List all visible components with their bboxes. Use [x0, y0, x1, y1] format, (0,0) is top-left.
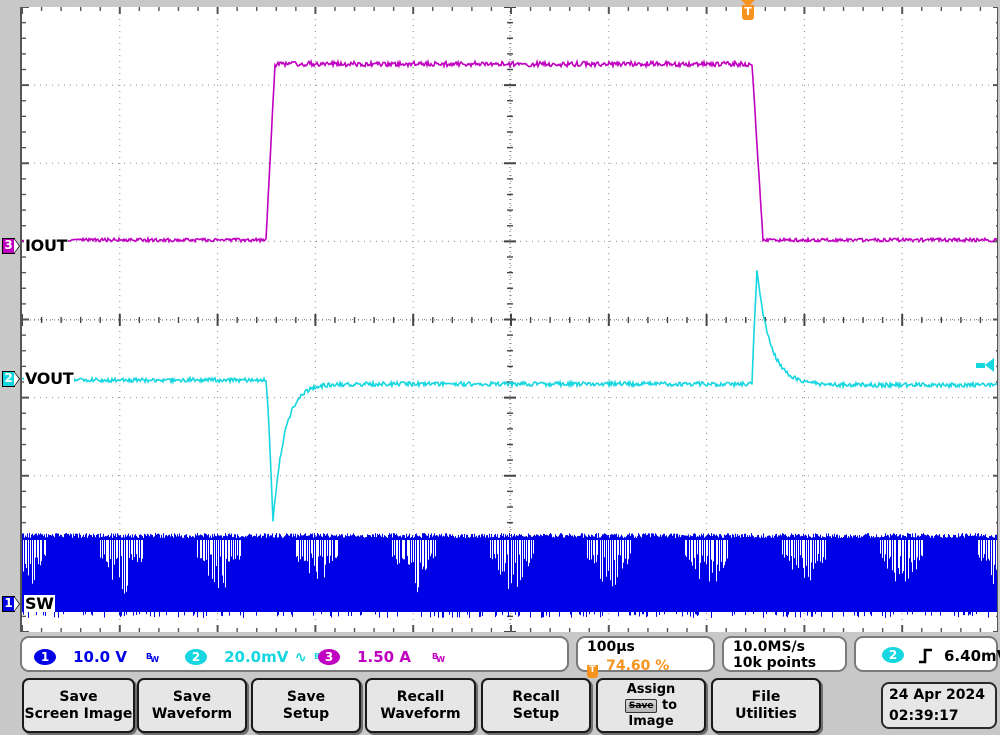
- file-utilities-line2: Utilities: [735, 706, 797, 723]
- channel-marker-3[interactable]: 3: [2, 238, 19, 254]
- ch1-badge: 1: [34, 649, 56, 665]
- time-text: 02:39:17: [889, 706, 995, 727]
- ch2-level-arrow-icon[interactable]: [985, 358, 994, 372]
- assign-save-line2-post: to: [657, 698, 677, 713]
- recall-setup-button[interactable]: Recall Setup: [481, 678, 591, 733]
- assign-save-line3: Image: [628, 714, 673, 730]
- ch1-bandwidth-icon: BW: [146, 652, 160, 661]
- assign-save-line2: Save to: [625, 698, 677, 714]
- timebase-box[interactable]: 100µs T 74.60 %: [576, 636, 715, 672]
- save-waveform-button[interactable]: Save Waveform: [137, 678, 247, 733]
- ch1-setting[interactable]: 1 10.0 V BW: [34, 646, 160, 666]
- oscilloscope-screen: 3 IOUT 2 VOUT 1 SW T 1 10.0 V BW 2 2: [0, 0, 1000, 735]
- recall-setup-line1: Recall: [512, 689, 560, 706]
- ch3-setting[interactable]: 3 1.50 A BW: [318, 646, 446, 666]
- save-waveform-line1: Save: [173, 689, 211, 706]
- bottom-menu-bar: Save Screen Image Save Waveform Save Set…: [0, 678, 1000, 735]
- recall-waveform-line2: Waveform: [380, 706, 460, 723]
- recall-waveform-line1: Recall: [397, 689, 445, 706]
- trigger-box[interactable]: 2 6.40mV: [854, 636, 998, 672]
- trigger-position-percent: 74.60 %: [606, 658, 669, 674]
- channel-label-sw: SW: [24, 595, 55, 612]
- file-utilities-line1: File: [752, 689, 781, 706]
- channel-marker-2[interactable]: 2: [2, 371, 19, 387]
- ch3-badge: 3: [318, 649, 340, 665]
- channel-settings-group: 1 10.0 V BW 2 20.0mV ∿ BW 3 1.50 A BW: [20, 636, 569, 672]
- ch2-badge: 2: [185, 649, 207, 665]
- timebase-scale: 100µs: [587, 639, 635, 655]
- waveform-display[interactable]: [20, 7, 998, 632]
- save-key-chip-icon: Save: [625, 699, 658, 713]
- channel-marker-1-number: 1: [2, 596, 15, 611]
- assign-save-to-image-button[interactable]: Assign Save to Image: [596, 678, 706, 733]
- sample-rate: 10.0MS/s: [733, 639, 805, 655]
- acquisition-box[interactable]: 10.0MS/s 10k points: [722, 636, 847, 672]
- save-screen-image-line2: Screen Image: [25, 706, 133, 723]
- recall-waveform-button[interactable]: Recall Waveform: [365, 678, 476, 733]
- trigger-source-badge: 2: [882, 647, 904, 663]
- save-waveform-line2: Waveform: [152, 706, 232, 723]
- channel-marker-1[interactable]: 1: [2, 596, 19, 612]
- waveform-traces: [22, 7, 998, 632]
- trigger-position-marker-icon[interactable]: T: [741, 0, 755, 22]
- datetime-display: 24 Apr 2024 02:39:17: [881, 682, 997, 729]
- record-length: 10k points: [733, 655, 816, 671]
- file-utilities-button[interactable]: File Utilities: [711, 678, 821, 733]
- ch3-bandwidth-icon: BW: [432, 652, 446, 661]
- ch2-setting[interactable]: 2 20.0mV ∿ BW: [185, 646, 328, 666]
- ch2-ac-coupling-icon: ∿: [294, 648, 307, 666]
- ch3-amps-div: 1.50 A: [357, 648, 411, 666]
- save-setup-line1: Save: [287, 689, 325, 706]
- channel-label-iout: IOUT: [24, 237, 68, 254]
- date-text: 24 Apr 2024: [889, 685, 995, 706]
- assign-save-line1: Assign: [627, 682, 676, 698]
- channel-marker-2-number: 2: [2, 371, 15, 386]
- ch2-volts-div: 20.0mV: [224, 648, 288, 666]
- ch1-volts-div: 10.0 V: [73, 648, 127, 666]
- status-bar: 1 10.0 V BW 2 20.0mV ∿ BW 3 1.50 A BW 10…: [20, 636, 998, 674]
- save-setup-button[interactable]: Save Setup: [251, 678, 361, 733]
- recall-setup-line2: Setup: [513, 706, 559, 723]
- trigger-position-group: T 74.60 %: [587, 655, 669, 678]
- save-setup-line2: Setup: [283, 706, 329, 723]
- ch2-level-arrow-bar: [976, 363, 985, 368]
- save-screen-image-button[interactable]: Save Screen Image: [22, 678, 135, 733]
- channel-marker-3-number: 3: [2, 238, 15, 253]
- channel-label-vout: VOUT: [24, 370, 74, 387]
- trigger-marker-symbol: T: [742, 5, 754, 20]
- trigger-slope-rising-icon: [918, 647, 934, 664]
- save-screen-image-line1: Save: [59, 689, 97, 706]
- trigger-level: 6.40mV: [944, 647, 1000, 665]
- trigger-position-icon: T: [587, 665, 598, 678]
